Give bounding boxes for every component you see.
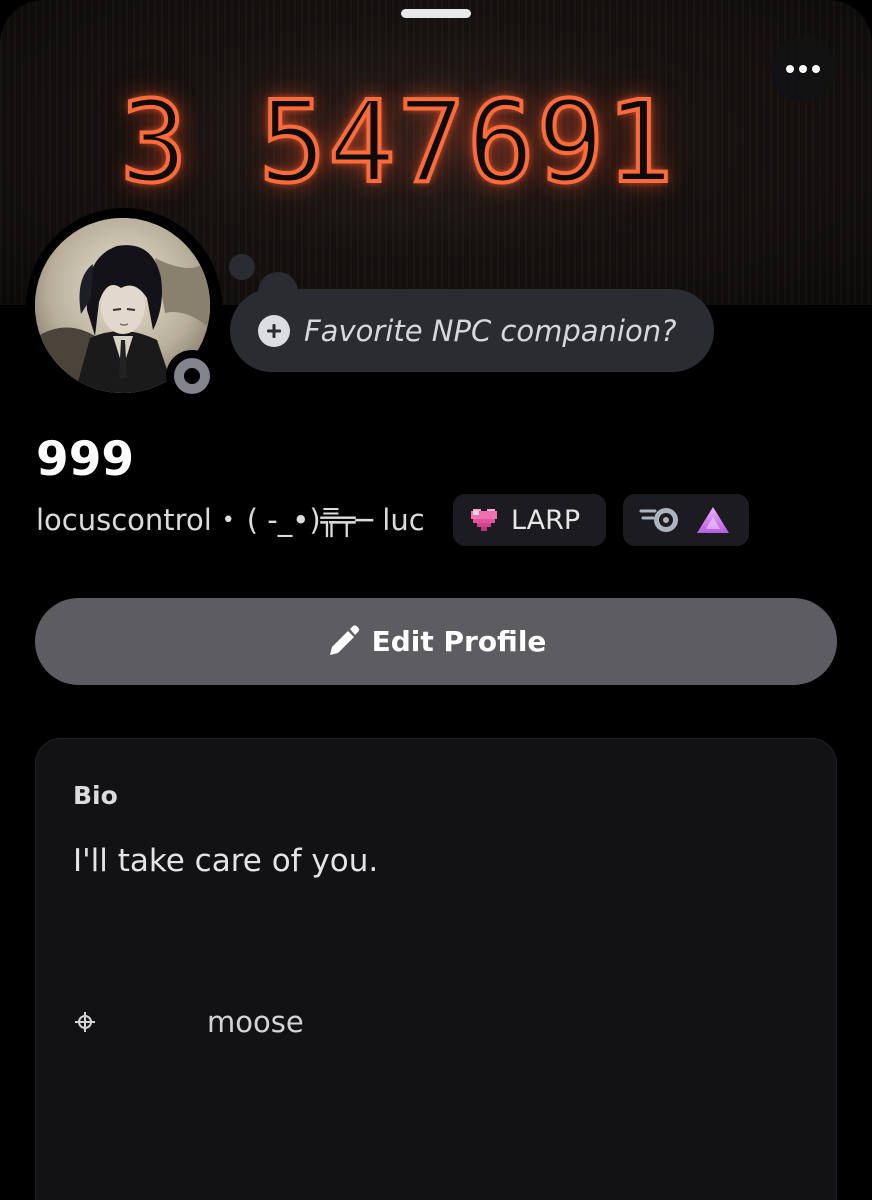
bio-heading: Bio bbox=[73, 781, 118, 810]
bio-text: I'll take care of you. bbox=[73, 843, 379, 879]
turbo-gauge-icon bbox=[639, 508, 678, 532]
more-options-button[interactable] bbox=[770, 36, 836, 102]
bio-extra-text: moose bbox=[207, 1005, 304, 1039]
display-name: 999 bbox=[36, 432, 135, 487]
status-indicator bbox=[166, 350, 218, 402]
pixel-heart-icon bbox=[471, 509, 497, 531]
custom-status-text: Favorite NPC companion? bbox=[304, 313, 677, 348]
edit-profile-button[interactable]: Edit Profile bbox=[35, 598, 837, 685]
larp-badge[interactable]: LARP bbox=[453, 494, 606, 546]
banner-number: 3 547691 bbox=[118, 76, 676, 210]
offline-status-icon bbox=[174, 358, 210, 394]
pronouns: ( -_•)╦̵̵̿╤─ luc bbox=[246, 503, 425, 537]
ellipsis-icon bbox=[786, 65, 820, 73]
larp-badge-label: LARP bbox=[511, 504, 581, 536]
bio-card: Bio I'll take care of you. moose bbox=[35, 738, 837, 1200]
separator-dot: • bbox=[221, 507, 235, 533]
custom-status-bubble[interactable]: Favorite NPC companion? bbox=[230, 289, 714, 372]
profile-sheet: 3 547691 Favorite NPC companion? 999 loc… bbox=[0, 0, 872, 1200]
username-line: locuscontrol • ( -_•)╦̵̵̿╤─ luc bbox=[36, 498, 425, 542]
username: locuscontrol bbox=[36, 503, 212, 537]
thought-bubble-dot bbox=[229, 254, 255, 280]
plus-circle-icon bbox=[258, 314, 290, 347]
edit-profile-label: Edit Profile bbox=[371, 625, 547, 658]
pencil-icon bbox=[329, 624, 359, 655]
crosshair-icon bbox=[75, 1012, 95, 1032]
purple-triangle-icon bbox=[697, 507, 729, 533]
sheet-grabber-handle[interactable] bbox=[401, 9, 471, 18]
icon-badges[interactable] bbox=[623, 494, 749, 546]
